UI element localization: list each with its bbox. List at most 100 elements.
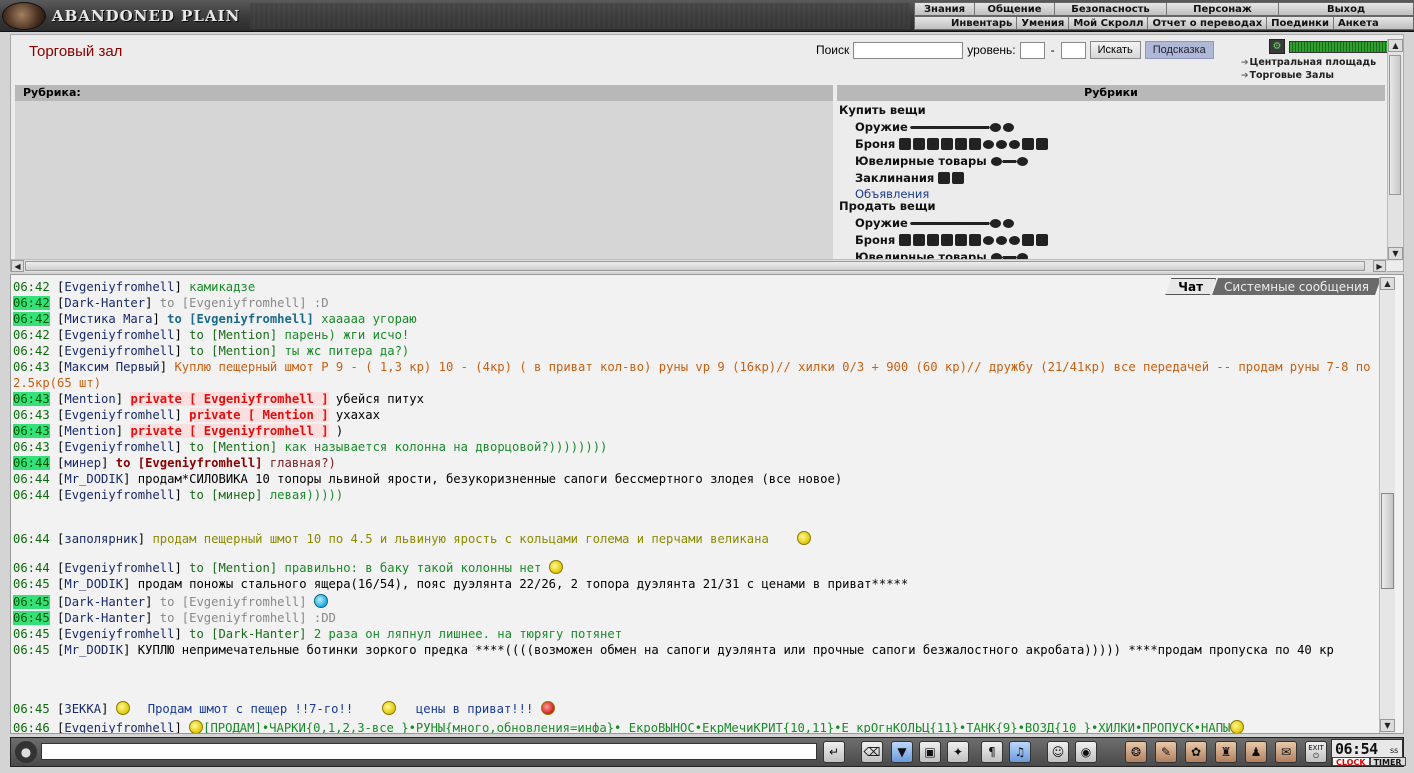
translit-icon[interactable]: ¶ [981, 741, 1003, 763]
chat-nick[interactable]: Mr_DODIK [64, 577, 123, 591]
chat-nick[interactable]: Evgeniyfromhell [64, 627, 174, 641]
scroll-up-icon[interactable]: ▲ [1380, 277, 1395, 290]
chat-to-target[interactable]: to [Evgeniyfromhell] [160, 595, 307, 609]
chat-to-target[interactable]: to [Evgeniyfromhell] [160, 296, 307, 310]
tab-chat[interactable]: Чат [1165, 278, 1216, 295]
timer-button[interactable]: TIMER [1369, 757, 1406, 767]
chat-nick[interactable]: Dark-Hanter [64, 611, 145, 625]
chat-nick[interactable]: Dark-Hanter [64, 595, 145, 609]
mail-icon[interactable]: ✉ [1275, 741, 1297, 763]
filter-icon[interactable]: ▼ [891, 741, 913, 763]
menu-knowledge[interactable]: Знания [915, 3, 975, 15]
scroll-thumb[interactable] [25, 261, 1365, 271]
scroll-left-icon[interactable]: ◀ [11, 260, 24, 272]
chat-nick[interactable]: заполярник [64, 532, 137, 546]
chat-to-target[interactable]: to [Evgeniyfromhell] [116, 456, 263, 470]
music-icon[interactable]: ♫ [1009, 741, 1031, 763]
staff-icon[interactable] [974, 215, 991, 231]
chat-timestamp[interactable]: 06:43 [13, 392, 50, 406]
armor-icon[interactable] [955, 138, 968, 150]
scroll2-icon[interactable] [952, 172, 965, 184]
belt2-icon[interactable] [1009, 139, 1021, 149]
menu-my-scroll[interactable]: Мой Скролл [1069, 17, 1149, 29]
chat-to-target[interactable]: to [Mention] [189, 440, 277, 454]
quest-icon[interactable]: ✎ [1155, 741, 1177, 763]
chat-mode-icon[interactable]: ● [15, 741, 37, 763]
chat-to-target[interactable]: to [Mention] [189, 344, 277, 358]
chat-nick[interactable]: минер [64, 456, 101, 470]
bracer-icon[interactable] [927, 138, 940, 150]
chat-timestamp[interactable]: 06:44 [13, 472, 50, 486]
gloves-icon[interactable] [913, 234, 926, 246]
menu-duels[interactable]: Поединки [1267, 17, 1334, 29]
panel-horizontal-scrollbar[interactable]: ◀ ▶ [11, 259, 1387, 272]
clan-icon[interactable]: ♜ [1215, 741, 1237, 763]
scroll-icon[interactable] [938, 172, 951, 184]
chat-to-target[interactable]: to [Mention] [189, 561, 277, 575]
chat-to-target[interactable]: to [Evgeniyfromhell] [160, 611, 307, 625]
chat-nick[interactable]: ЗЕККА [64, 702, 101, 716]
chat-timestamp[interactable]: 06:44 [13, 532, 50, 546]
helmet-icon[interactable] [941, 138, 954, 150]
chat-private-target[interactable]: private [ Mention ] [189, 408, 329, 422]
friends-icon[interactable]: ♟ [1245, 741, 1267, 763]
chat-timestamp[interactable]: 06:43 [13, 424, 50, 438]
chat-nick[interactable]: Максим Первый [64, 360, 159, 374]
chat-nick[interactable]: Mr_DODIK [64, 472, 123, 486]
menu-communication[interactable]: Общение [975, 3, 1055, 15]
chain-icon[interactable] [1002, 218, 1014, 228]
scroll-up-icon[interactable]: ▲ [1388, 39, 1403, 52]
amulet-icon[interactable] [1001, 249, 1017, 259]
scroll-right-icon[interactable]: ▶ [1373, 260, 1386, 272]
gloves-icon[interactable] [913, 138, 926, 150]
earring-icon[interactable] [1016, 156, 1028, 166]
chat-scrollbar[interactable]: ▲ ▼ [1379, 277, 1395, 733]
search-button[interactable]: Искать [1089, 41, 1141, 59]
chat-timestamp[interactable]: 06:43 [13, 440, 50, 454]
shield-icon[interactable] [1036, 138, 1049, 150]
chat-nick[interactable]: Evgeniyfromhell [64, 408, 174, 422]
tab-system-messages[interactable]: Системные сообщения [1212, 278, 1381, 295]
menu-transfer-report[interactable]: Отчет о переводах [1148, 17, 1268, 29]
chat-to-target[interactable]: to [минер] [189, 488, 262, 502]
menu-profile[interactable]: Анкета [1334, 17, 1383, 29]
smiley-icon[interactable]: ☺ [1047, 741, 1069, 763]
chat-timestamp[interactable]: 06:45 [13, 627, 50, 641]
send-icon[interactable]: ↵ [823, 741, 845, 763]
staff-icon[interactable] [974, 119, 991, 135]
chat-timestamp[interactable]: 06:42 [13, 312, 50, 326]
chat-nick[interactable]: Mr_DODIK [64, 643, 123, 657]
location-trade-halls[interactable]: ➔Торговые Залы [1241, 70, 1334, 81]
menu-character[interactable]: Персонаж [1167, 3, 1279, 15]
menu-inventory[interactable]: Инвентарь [915, 17, 1018, 29]
eraser-icon[interactable]: ⌫ [861, 741, 883, 763]
chat-timestamp[interactable]: 06:45 [13, 595, 50, 609]
settings-icon[interactable]: ✿ [1185, 741, 1207, 763]
chat-timestamp[interactable]: 06:42 [13, 328, 50, 342]
chat-timestamp[interactable]: 06:44 [13, 488, 50, 502]
chat-to-target[interactable]: to [Dark-Hanter] [189, 627, 306, 641]
bracer-icon[interactable] [927, 234, 940, 246]
menu-skills[interactable]: Умения [1017, 17, 1070, 29]
chat-nick[interactable]: Evgeniyfromhell [64, 721, 174, 733]
shirt-icon[interactable] [969, 138, 982, 150]
bag-icon[interactable]: ❂ [1125, 741, 1147, 763]
amulet-icon[interactable] [1001, 153, 1017, 169]
chat-nick[interactable]: Evgeniyfromhell [64, 440, 174, 454]
belt2-icon[interactable] [1009, 235, 1021, 245]
chat-nick[interactable]: Evgeniyfromhell [64, 280, 174, 294]
chat-nick[interactable]: Mention [64, 424, 115, 438]
shield-icon[interactable] [1036, 234, 1049, 246]
cloak-icon[interactable] [983, 235, 995, 245]
chain-icon[interactable] [1002, 122, 1014, 132]
chat-nick[interactable]: Dark-Hanter [64, 296, 145, 310]
chat-timestamp[interactable]: 06:43 [13, 360, 50, 374]
speaker-icon[interactable]: ◉ [1075, 741, 1097, 763]
level-max-input[interactable] [1060, 41, 1086, 59]
person-icon[interactable]: ✦ [947, 741, 969, 763]
chat-timestamp[interactable]: 06:45 [13, 611, 50, 625]
chat-input[interactable] [41, 743, 817, 760]
chat-to-target[interactable]: to [Evgeniyfromhell] [167, 312, 314, 326]
chat-timestamp[interactable]: 06:45 [13, 643, 50, 657]
location-central-square[interactable]: ➔Центральная площадь [1241, 57, 1376, 68]
